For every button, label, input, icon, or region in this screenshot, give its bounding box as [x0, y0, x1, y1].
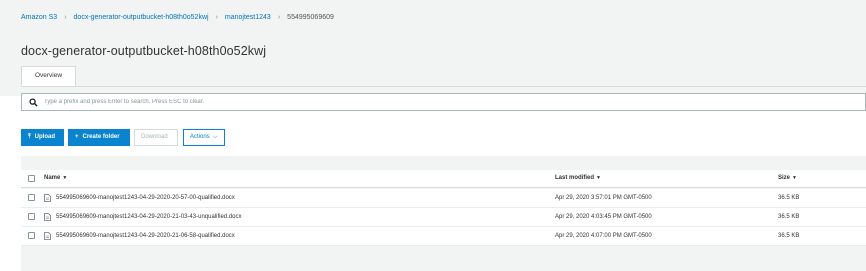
last-modified-value: Apr 29, 2020 3:57:01 PM GMT-0500: [555, 195, 652, 201]
plus-icon: +: [75, 134, 79, 140]
upload-icon: ⤒: [28, 134, 31, 140]
upload-button[interactable]: ⤒ Upload: [21, 129, 64, 146]
breadcrumb-folder[interactable]: manojtest1243: [225, 14, 271, 21]
file-name-link[interactable]: 554995069609-manojtest1243-04-29-2020-20…: [56, 189, 235, 207]
breadcrumb: Amazon S3 › docx-generator-outputbucket-h0…: [21, 14, 334, 21]
column-last-modified-label: Last modified: [555, 175, 595, 181]
chevron-down-icon: ⌵: [212, 134, 218, 140]
table-row[interactable]: 554995069609-manojtest1243-04-29-2020-20…: [21, 189, 866, 208]
column-header-last-modified[interactable]: Last modified ▼: [555, 170, 601, 187]
search-input[interactable]: [44, 95, 844, 109]
table-row[interactable]: 554995069609-manojtest1243-04-29-2020-21…: [21, 208, 866, 227]
table-row[interactable]: 554995069609-manojtest1243-04-29-2020-21…: [21, 227, 866, 246]
table-header: Name ▼ Last modified ▼ Size ▼: [21, 170, 866, 188]
create-folder-button[interactable]: + Create folder: [68, 129, 130, 146]
file-name-link[interactable]: 554995069609-manojtest1243-04-29-2020-21…: [56, 208, 241, 226]
caret-down-icon: ▼: [62, 175, 68, 181]
upload-label: Upload: [34, 134, 55, 140]
last-modified-value: Apr 29, 2020 4:07:00 PM GMT-0500: [555, 233, 652, 239]
actions-button[interactable]: Actions ⌵: [183, 129, 225, 146]
file-icon: [44, 213, 51, 221]
download-button[interactable]: Download: [134, 129, 178, 146]
row-checkbox[interactable]: [28, 213, 35, 220]
file-name-link[interactable]: 554995069609-manojtest1243-04-29-2020-21…: [56, 227, 235, 245]
select-all-checkbox[interactable]: [28, 175, 35, 182]
tabs-divider: [21, 86, 866, 87]
breadcrumb-amazon-s3[interactable]: Amazon S3: [21, 14, 57, 21]
column-header-size[interactable]: Size ▼: [778, 170, 797, 187]
file-icon: [44, 194, 51, 202]
file-icon: [44, 232, 51, 240]
breadcrumb-separator-icon: ›: [277, 14, 281, 21]
page-title: docx-generator-outputbucket-h08th0o52kwj: [21, 44, 267, 58]
download-label: Download: [141, 134, 168, 140]
breadcrumb-bucket[interactable]: docx-generator-outputbucket-h08th0o52kwj: [74, 14, 209, 21]
breadcrumb-separator-icon: ›: [64, 14, 67, 21]
search-icon: [29, 98, 38, 107]
create-folder-label: Create folder: [82, 134, 120, 140]
caret-down-icon: ▼: [596, 175, 601, 181]
row-checkbox[interactable]: [28, 194, 35, 201]
caret-down-icon: ▼: [792, 175, 797, 181]
actions-label: Actions: [190, 134, 210, 140]
breadcrumb-separator-icon: ›: [215, 14, 218, 21]
size-value: 36.5 KB: [778, 195, 800, 201]
size-value: 36.5 KB: [778, 233, 800, 239]
last-modified-value: Apr 29, 2020 4:03:45 PM GMT-0500: [555, 214, 652, 220]
objects-table: Name ▼ Last modified ▼ Size ▼ 554995069609-…: [21, 156, 866, 271]
tab-overview[interactable]: Overview: [21, 66, 76, 86]
size-value: 36.5 KB: [778, 214, 800, 220]
search-bar: [21, 93, 866, 111]
breadcrumb-current: 554995069609: [287, 14, 334, 21]
row-checkbox[interactable]: [28, 232, 35, 239]
column-header-name[interactable]: Name ▼: [44, 170, 67, 187]
column-size-label: Size: [778, 175, 791, 181]
column-name-label: Name: [44, 175, 61, 181]
